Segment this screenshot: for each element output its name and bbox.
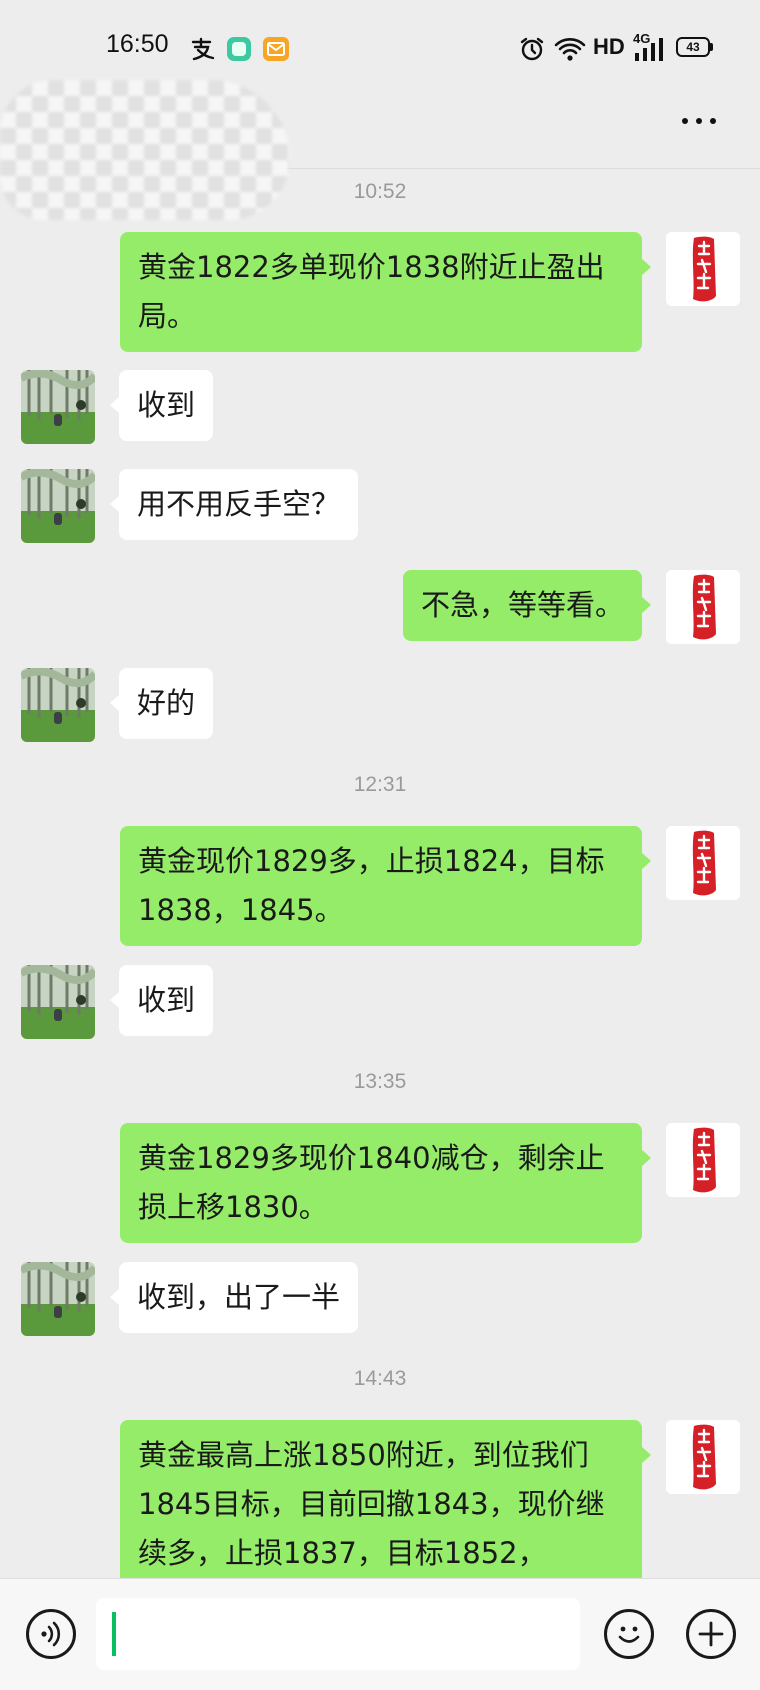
my-avatar[interactable] xyxy=(666,232,740,306)
alipay-icon xyxy=(191,37,215,61)
forest-photo-icon xyxy=(21,668,95,742)
message-bubble-incoming[interactable]: 收到 xyxy=(109,370,214,441)
contact-avatar[interactable] xyxy=(21,965,95,1039)
message-bubble-outgoing[interactable]: 不急，等等看。 xyxy=(402,570,652,641)
battery-level: 43 xyxy=(686,40,700,54)
timestamp: 10:52 xyxy=(353,180,407,203)
message-bubble-outgoing[interactable]: 黄金1822多单现价1838附近止盈出局。 xyxy=(120,232,651,352)
more-options-button[interactable] xyxy=(680,104,730,138)
more-dot-icon xyxy=(696,118,702,124)
message-bubble-outgoing[interactable]: 黄金现价1829多，止损1824，目标1838，1845。 xyxy=(120,826,651,946)
timestamp: 13:35 xyxy=(353,1070,407,1093)
smiley-icon xyxy=(618,1626,640,1643)
forest-photo-icon xyxy=(21,965,95,1039)
timestamp: 12:31 xyxy=(353,773,407,796)
wifi-icon xyxy=(554,38,586,61)
red-seal-logo-icon xyxy=(666,1123,740,1197)
message-bubble-outgoing[interactable]: 黄金最高上涨1850附近，到位我们1845目标，目前回撤1843，现价继续多，止… xyxy=(120,1420,651,1578)
text-caret xyxy=(112,1612,116,1656)
battery-tip xyxy=(710,43,713,51)
voice-input-button[interactable] xyxy=(26,1609,76,1659)
red-seal-logo-icon xyxy=(666,232,740,306)
contact-avatar[interactable] xyxy=(21,668,95,742)
timestamp: 14:43 xyxy=(353,1367,407,1390)
red-seal-logo-icon xyxy=(666,826,740,900)
forest-photo-icon xyxy=(21,469,95,543)
voice-icon xyxy=(41,1621,61,1647)
message-bubble-outgoing[interactable]: 黄金1829多现价1840减仓，剩余止损上移1830。 xyxy=(120,1123,651,1243)
network-type: HD xyxy=(593,34,625,59)
contact-avatar[interactable] xyxy=(21,469,95,543)
chat-input-bar xyxy=(0,1578,760,1690)
red-seal-logo-icon xyxy=(666,570,740,644)
mail-icon xyxy=(263,37,289,61)
contact-avatar[interactable] xyxy=(21,1262,95,1336)
message-bubble-incoming[interactable]: 收到 xyxy=(109,965,214,1036)
status-time: 16:50 xyxy=(106,30,169,58)
message-bubble-incoming[interactable]: 收到，出了一半 xyxy=(109,1262,359,1333)
emoji-button[interactable] xyxy=(604,1609,654,1659)
my-avatar[interactable] xyxy=(666,1420,740,1494)
contact-avatar[interactable] xyxy=(21,370,95,444)
my-avatar[interactable] xyxy=(666,826,740,900)
my-avatar[interactable] xyxy=(666,570,740,644)
forest-photo-icon xyxy=(21,1262,95,1336)
message-input[interactable] xyxy=(96,1598,580,1670)
my-avatar[interactable] xyxy=(666,1123,740,1197)
green-app-icon xyxy=(227,37,251,61)
battery-icon: 43 xyxy=(676,37,710,57)
more-dot-icon xyxy=(710,118,716,124)
more-functions-button[interactable] xyxy=(686,1609,736,1659)
more-dot-icon xyxy=(682,118,688,124)
red-seal-logo-icon xyxy=(666,1420,740,1494)
message-bubble-incoming[interactable]: 用不用反手空？ xyxy=(109,469,359,540)
forest-photo-icon xyxy=(21,370,95,444)
plus-icon xyxy=(698,1621,724,1647)
signal-icon xyxy=(635,38,663,61)
message-bubble-incoming[interactable]: 好的 xyxy=(109,668,214,739)
alarm-icon xyxy=(520,37,544,61)
message-list[interactable]: 10:52 黄金1822多单现价1838附近止盈出局。 收到 用不用反手空？ 不… xyxy=(0,168,760,1578)
